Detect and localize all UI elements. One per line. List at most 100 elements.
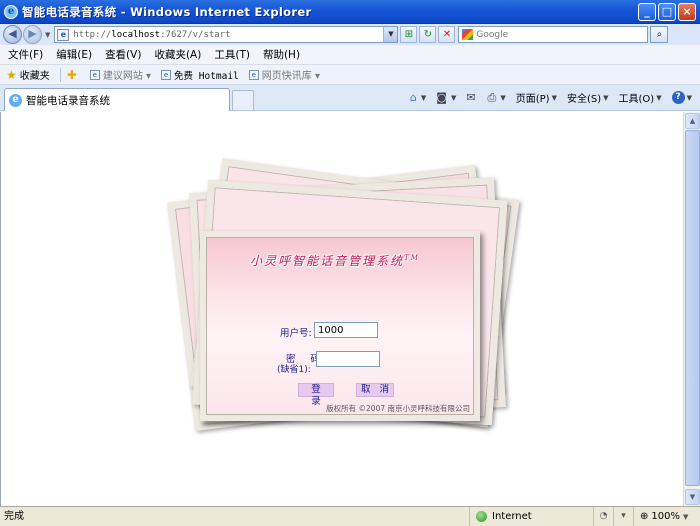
zoom-dropdown-icon[interactable]: ▾ [614,507,634,526]
zoom-icon: ⊕ [640,511,649,522]
security-zone[interactable]: Internet [470,507,594,526]
new-tab-button[interactable] [232,90,254,110]
cancel-button[interactable]: 取 消 [356,383,394,397]
home-icon: ⌂ [409,91,417,104]
menu-view[interactable]: 查看(V) [105,47,141,62]
status-text: 完成 [0,507,470,526]
suggested-sites-link[interactable]: e 建议网站 ▾ [89,67,152,82]
username-label: 用户号: [280,328,312,339]
arrow-right-icon: ▶ [28,27,37,40]
status-bar: 完成 Internet ◔ ▾ ⊕ 100% ▼ [0,506,700,526]
search-button[interactable]: ⌕ [650,26,669,43]
menu-favorites[interactable]: 收藏夹(A) [154,47,201,62]
favorites-separator [59,67,61,82]
page-menu[interactable]: 页面(P) ▼ [515,90,557,106]
forward-button[interactable]: ▶ [23,25,42,44]
arrow-left-icon: ◀ [8,27,17,40]
command-bar: ⌂ ▼ ◙ ▼ ✉ ⎙ ▼ 页面(P) ▼ 安全(S) ▼ 工具(O) ▼ ? ▼ [400,90,692,106]
page-icon: e [89,69,100,80]
protected-mode-icon[interactable]: ◔ [594,507,614,526]
safety-menu[interactable]: 安全(S) ▼ [566,90,609,106]
system-title: 小灵呼智能话音管理系统TM [230,252,440,269]
zone-label: Internet [492,511,532,522]
menu-file[interactable]: 文件(F) [8,47,43,62]
chevron-down-icon: ▼ [603,93,609,102]
page-icon: e [57,28,70,41]
chevron-down-icon: ▼ [656,93,662,102]
address-field[interactable]: e http://localhost:7627/v/start ▼ [54,26,399,43]
refresh-button[interactable]: ↻ [419,26,437,43]
scroll-thumb[interactable] [685,130,700,486]
home-button[interactable]: ⌂ ▼ [410,91,426,104]
favorites-button[interactable]: ★ 收藏夹 [6,67,50,83]
login-panel: 小灵呼智能话音管理系统TM 用户号: 密 码 (缺省1): 登 录 取 消 版权… [200,231,480,421]
feeds-button[interactable]: ◙ ▼ [436,91,456,104]
window-title: 智能电话录音系统 - Windows Internet Explorer [22,4,312,19]
globe-icon [476,511,487,522]
chevron-down-icon: ▼ [682,512,689,521]
menu-help[interactable]: 帮助(H) [263,47,300,62]
minimize-button[interactable]: _ [638,3,656,21]
printer-icon: ⎙ [487,90,497,104]
add-favorite-button[interactable]: ✚ [67,68,80,82]
tab-active[interactable]: e 智能电话录音系统 [4,88,230,111]
safety-menu-label: 安全(S) [566,94,602,105]
address-toolbar: ◀ ▶ ▼ e http://localhost:7627/v/start ▼ … [0,24,700,45]
zoom-level: 100% [651,511,680,522]
read-mail-button[interactable]: ✉ [466,91,477,104]
vertical-scrollbar[interactable]: ▲ ▼ [683,112,700,506]
stop-icon: ✕ [442,29,452,40]
copyright-notice: 版权所有 ©2007 南京小灵呼科技有限公司 [326,404,470,413]
mail-icon: ✉ [466,91,476,104]
help-menu[interactable]: ? ▼ [671,91,692,104]
tab-row: e 智能电话录音系统 ⌂ ▼ ◙ ▼ ✉ ⎙ ▼ 页面(P) ▼ 安全(S) ▼ 工具(O… [0,85,700,111]
page-menu-label: 页面(P) [515,94,550,105]
username-input[interactable] [314,322,378,338]
scroll-up-button[interactable]: ▲ [685,113,700,129]
chevron-down-icon: ▼ [686,93,692,102]
stop-button[interactable]: ✕ [438,26,456,43]
favorites-bar: ★ 收藏夹 ✚ e 建议网站 ▾ e 免费 Hotmail e 网页快讯库 ▾ [0,65,700,85]
web-slice-gallery-label: 网页快讯库 ▾ [261,71,320,82]
refresh-icon: ↻ [423,29,433,40]
search-box[interactable] [458,26,649,43]
help-icon: ? [671,91,685,104]
google-logo-icon [462,29,474,40]
password-hint: (缺省1): [277,365,311,375]
page-icon: e [248,69,259,80]
star-icon: ★ [6,67,17,82]
tools-menu-label: 工具(O) [618,94,655,105]
url-host: localhost [111,29,161,40]
zoom-control[interactable]: ⊕ 100% ▼ [634,511,691,522]
scroll-down-button[interactable]: ▼ [685,489,700,505]
menu-tools[interactable]: 工具(T) [214,47,250,62]
suggested-sites-label: 建议网站 ▾ [102,71,152,82]
magnifier-icon: ⌕ [656,29,663,40]
window-controls: _ □ × [638,3,696,21]
trademark-mark: TM [404,254,420,262]
compatibility-view-button[interactable]: ⊞ [400,26,418,43]
system-title-text: 小灵呼智能话音管理系统 [250,254,405,268]
login-button[interactable]: 登 录 [298,383,334,407]
tab-title: 智能电话录音系统 [26,94,110,107]
favorites-label: 收藏夹 [19,71,50,82]
password-input[interactable] [316,351,380,367]
print-button[interactable]: ⎙ ▼ [488,91,506,105]
history-dropdown-icon[interactable]: ▼ [45,31,50,39]
maximize-button[interactable]: □ [658,3,676,21]
hotmail-link[interactable]: e 免费 Hotmail [161,68,239,82]
menu-edit[interactable]: 编辑(E) [56,47,92,62]
url-text[interactable]: http://localhost:7627/v/start [73,30,230,40]
back-button[interactable]: ◀ [3,25,22,44]
close-button[interactable]: × [678,3,696,21]
tools-menu[interactable]: 工具(O) ▼ [618,90,662,106]
home-dropdown-icon[interactable]: ▼ [421,94,426,102]
feeds-dropdown-icon[interactable]: ▼ [451,94,456,102]
menu-bar: 文件(F) 编辑(E) 查看(V) 收藏夹(A) 工具(T) 帮助(H) [0,45,700,65]
ie-logo-icon: e [4,4,18,19]
search-input[interactable] [476,29,637,40]
address-dropdown-icon[interactable]: ▼ [383,27,398,42]
add-star-icon: ✚ [66,67,77,82]
print-dropdown-icon[interactable]: ▼ [500,94,505,102]
web-slice-gallery-link[interactable]: e 网页快讯库 ▾ [248,67,320,82]
